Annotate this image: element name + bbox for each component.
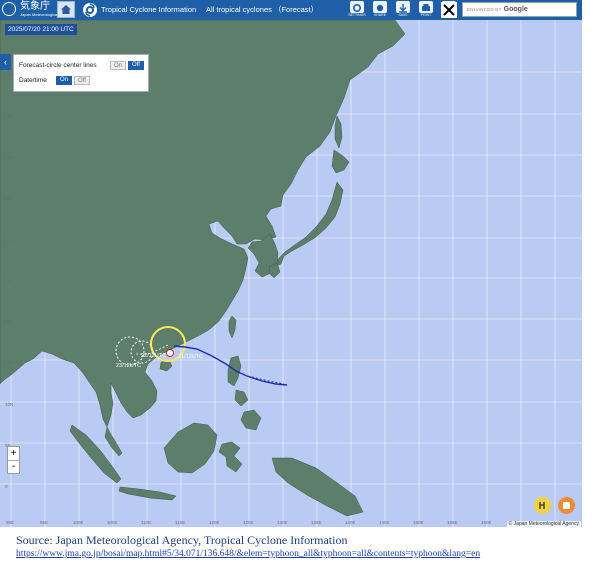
center-lines-on-toggle[interactable]: On (110, 61, 126, 70)
borneo (163, 422, 218, 474)
top-bar: 気象庁 Japan Meteorological Agency Tropical… (0, 0, 582, 20)
datetime-on-toggle[interactable]: On (56, 76, 72, 85)
center-lines-label: Forecast-circle center lines (19, 62, 97, 69)
site-search-input[interactable]: ENHANCED BY Google (462, 2, 577, 17)
datetime-label: Date/time (19, 77, 47, 84)
philippines-mindanao (240, 409, 262, 431)
track-label-22: 22/12UTC (141, 353, 166, 359)
lon-label: 110E (141, 520, 152, 525)
legend-button[interactable] (534, 497, 551, 514)
taiwan-island (228, 315, 237, 339)
x-logo-icon (441, 2, 457, 18)
zoom-in-button[interactable]: + (8, 447, 19, 461)
share-button[interactable]: SHARE (370, 0, 390, 20)
zoom-out-button[interactable]: - (8, 460, 19, 473)
sulawesi (218, 441, 243, 473)
typhoon-marker[interactable] (166, 349, 174, 357)
panel-collapse-button[interactable]: ‹ (0, 54, 11, 70)
download-button[interactable]: SAVE (393, 0, 413, 20)
gear-icon (350, 1, 364, 13)
typhoon-map[interactable]: 21/12UTC 22/12UTC 23/12UTC 2025/07/20 21… (0, 20, 582, 527)
zoom-control: + - (7, 446, 20, 474)
analysis-time: 2025/07/20 21:00 UTC (5, 24, 77, 35)
lat-label: 20N (5, 319, 14, 324)
lon-label: 150E (413, 520, 424, 525)
lon-label: 130E (277, 520, 288, 525)
sumatra (69, 424, 122, 484)
lat-label: 30N (5, 238, 14, 243)
x-social-button[interactable] (441, 0, 461, 20)
lon-label: 140E (345, 520, 356, 525)
philippines-luzon (227, 355, 242, 387)
cyclone-select[interactable]: All tropical cyclones （Forecast） (201, 0, 319, 20)
layers-button[interactable] (558, 497, 575, 514)
google-brand: Google (503, 6, 528, 13)
lon-label: 160E (481, 520, 492, 525)
download-icon (396, 1, 410, 13)
lat-label: 10N (5, 402, 14, 407)
track-label-21: 21/12UTC (178, 354, 203, 360)
lon-label: 155E (447, 520, 458, 525)
land (0, 20, 406, 517)
tropical-cyclone-label: Tropical Cyclone Information (101, 5, 197, 14)
source-link[interactable]: https://www.jma.go.jp/bosai/map.html#5/3… (16, 548, 592, 561)
center-lines-off-toggle[interactable]: Off (128, 61, 144, 70)
java (118, 486, 177, 501)
japan-hokkaido (331, 149, 350, 174)
philippines-visayas (234, 389, 249, 407)
lon-label: 105E (107, 520, 118, 525)
source-caption: Source: Japan Meteorological Agency, Tro… (16, 533, 348, 547)
share-icon (373, 1, 387, 13)
typhoon-icon (83, 3, 97, 17)
lon-label: 95E (40, 520, 49, 525)
layers-icon (563, 502, 570, 509)
jma-emblem-icon (2, 2, 16, 16)
lon-label: 125E (243, 520, 254, 525)
lon-label: 115E (175, 520, 186, 525)
lon-label: 135E (311, 520, 322, 525)
lat-label: 25N (5, 278, 14, 283)
lon-label: 100E (73, 520, 84, 525)
home-button[interactable] (57, 1, 75, 18)
lat-label: 15N (5, 360, 14, 365)
display-options-panel: Forecast-circle center lines On Off Date… (13, 54, 149, 92)
settings-button[interactable]: SETTINGS (347, 0, 367, 20)
map-canvas[interactable]: 21/12UTC 22/12UTC 23/12UTC (0, 20, 582, 527)
lat-label: 50N (5, 72, 14, 77)
tropical-cyclone-menu[interactable]: Tropical Cyclone Information (80, 0, 198, 20)
lat-label: 35N (5, 196, 14, 201)
lon-label: 120E (209, 520, 220, 525)
track-label-23: 23/12UTC (116, 363, 141, 369)
sakhalin (334, 115, 343, 149)
map-attribution: © Japan Meteorological Agency (506, 521, 581, 527)
japan-honshu (275, 181, 344, 267)
logo-japanese: 気象庁 (20, 1, 50, 12)
legend-icon (539, 502, 545, 509)
datetime-off-toggle[interactable]: Off (74, 76, 90, 85)
new-guinea (271, 457, 364, 517)
printer-icon (419, 1, 433, 13)
print-button[interactable]: PRINT (416, 0, 436, 20)
chevron-left-icon: ‹ (4, 57, 7, 67)
lat-label: 40N (5, 155, 14, 160)
lat-label: 45N (5, 114, 14, 119)
lat-label: 0 (5, 484, 8, 489)
home-icon (61, 5, 71, 14)
typhoon-center-icon (166, 349, 174, 357)
lon-label: 145E (379, 520, 390, 525)
lon-label: 90E (6, 520, 15, 525)
jma-logo[interactable]: 気象庁 Japan Meteorological Agency (2, 1, 72, 19)
